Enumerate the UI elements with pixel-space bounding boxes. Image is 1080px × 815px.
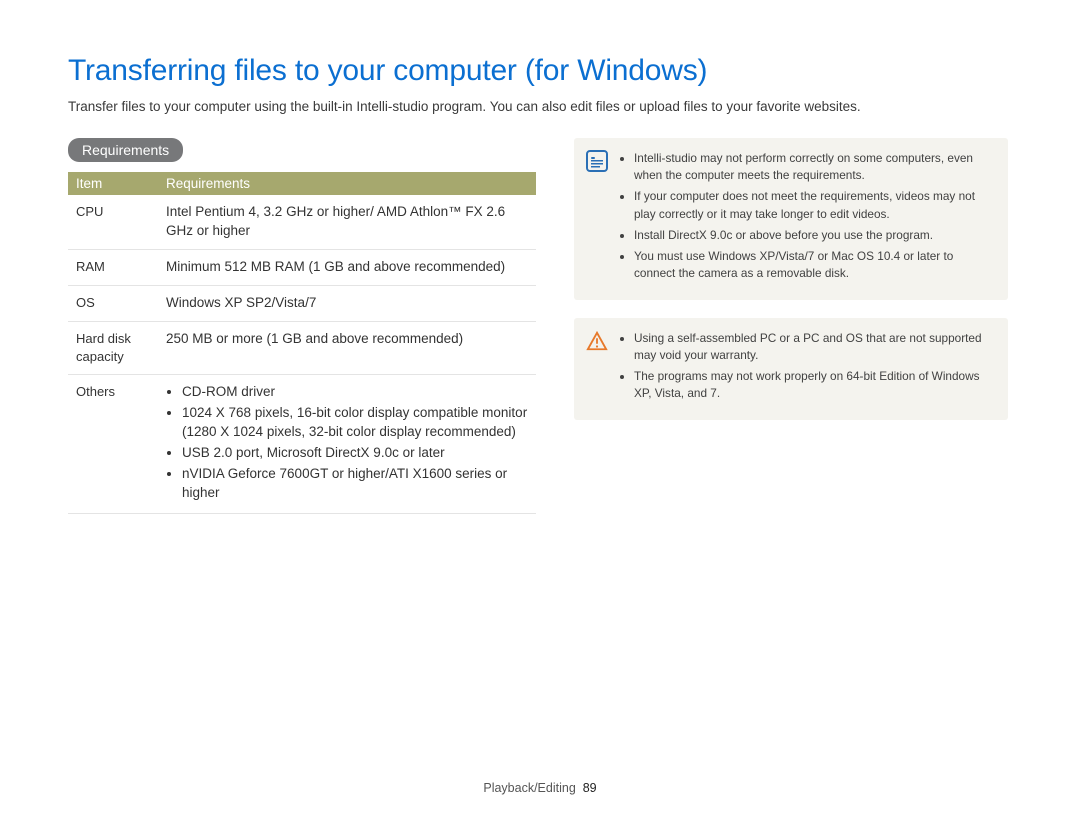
section-heading: Requirements bbox=[68, 138, 183, 162]
cell-item: OS bbox=[68, 285, 158, 321]
right-column: Intelli-studio may not perform correctly… bbox=[574, 138, 1008, 438]
list-item: Install DirectX 9.0c or above before you… bbox=[634, 227, 990, 244]
list-item: CD-ROM driver bbox=[182, 383, 528, 402]
list-item: USB 2.0 port, Microsoft DirectX 9.0c or … bbox=[182, 444, 528, 463]
table-row: Hard disk capacity 250 MB or more (1 GB … bbox=[68, 321, 536, 374]
list-item: Using a self-assembled PC or a PC and OS… bbox=[634, 330, 990, 364]
cell-item: CPU bbox=[68, 195, 158, 249]
intro-paragraph: Transfer files to your computer using th… bbox=[68, 98, 1020, 116]
cell-req: Windows XP SP2/Vista/7 bbox=[158, 285, 536, 321]
list-item: You must use Windows XP/Vista/7 or Mac O… bbox=[634, 248, 990, 282]
cell-req: 250 MB or more (1 GB and above recommend… bbox=[158, 321, 536, 374]
table-row: Others CD-ROM driver 1024 X 768 pixels, … bbox=[68, 375, 536, 513]
list-item: 1024 X 768 pixels, 16-bit color display … bbox=[182, 404, 528, 442]
table-row: RAM Minimum 512 MB RAM (1 GB and above r… bbox=[68, 250, 536, 286]
page-number: 89 bbox=[583, 781, 597, 795]
table-row: OS Windows XP SP2/Vista/7 bbox=[68, 285, 536, 321]
warning-icon bbox=[586, 330, 608, 352]
table-row: CPU Intel Pentium 4, 3.2 GHz or higher/ … bbox=[68, 195, 536, 249]
table-header-requirements: Requirements bbox=[158, 172, 536, 195]
list-item: If your computer does not meet the requi… bbox=[634, 188, 990, 222]
warning-box: Using a self-assembled PC or a PC and OS… bbox=[574, 318, 1008, 420]
cell-item: Hard disk capacity bbox=[68, 321, 158, 374]
note-icon bbox=[586, 150, 608, 172]
page-footer: Playback/Editing 89 bbox=[0, 781, 1080, 795]
cell-req: Intel Pentium 4, 3.2 GHz or higher/ AMD … bbox=[158, 195, 536, 249]
cell-item: RAM bbox=[68, 250, 158, 286]
table-header-item: Item bbox=[68, 172, 158, 195]
cell-req: CD-ROM driver 1024 X 768 pixels, 16-bit … bbox=[158, 375, 536, 513]
list-item: nVIDIA Geforce 7600GT or higher/ATI X160… bbox=[182, 465, 528, 503]
note-box: Intelli-studio may not perform correctly… bbox=[574, 138, 1008, 300]
two-column-layout: Requirements Item Requirements CPU Intel… bbox=[68, 138, 1020, 513]
cell-item: Others bbox=[68, 375, 158, 513]
page-title: Transferring files to your computer (for… bbox=[68, 54, 1020, 88]
left-column: Requirements Item Requirements CPU Intel… bbox=[68, 138, 536, 513]
list-item: Intelli-studio may not perform correctly… bbox=[634, 150, 990, 184]
list-item: The programs may not work properly on 64… bbox=[634, 368, 990, 402]
footer-section: Playback/Editing bbox=[483, 781, 575, 795]
requirements-table: Item Requirements CPU Intel Pentium 4, 3… bbox=[68, 172, 536, 513]
manual-page: Transferring files to your computer (for… bbox=[0, 0, 1080, 815]
cell-req: Minimum 512 MB RAM (1 GB and above recom… bbox=[158, 250, 536, 286]
